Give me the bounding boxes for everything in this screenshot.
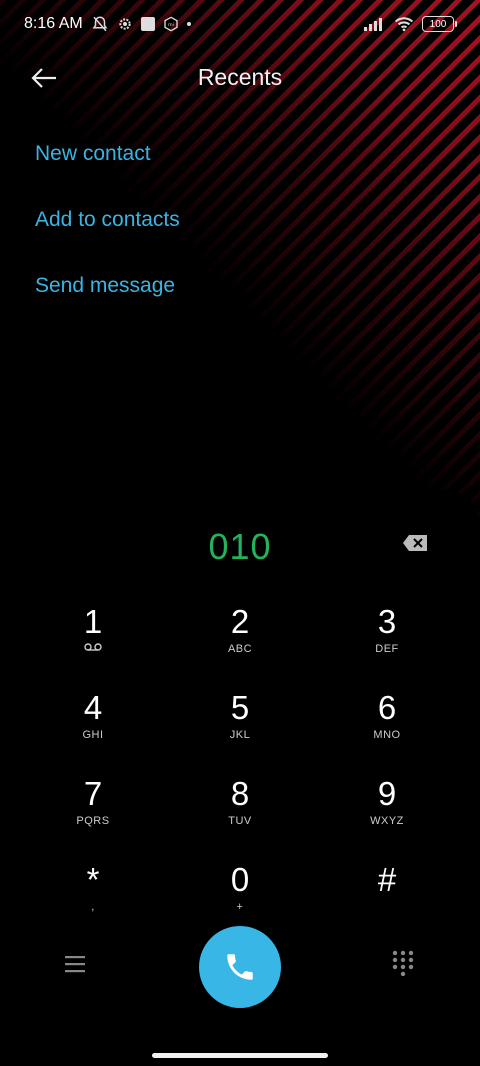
key-digit: 1 xyxy=(83,603,103,640)
key-1[interactable]: 1 xyxy=(20,602,166,688)
backspace-button[interactable] xyxy=(402,534,430,554)
dialpad-panel: 010 1 2 ABC 3 DEF 4 GHI 5 JKL 6 MNO 7 PQ… xyxy=(0,490,480,1066)
dialpad-icon xyxy=(392,950,414,977)
key-digit: 9 xyxy=(377,775,397,812)
key-digit: 3 xyxy=(377,603,397,640)
key-letters: , xyxy=(91,901,95,913)
svg-text:mi: mi xyxy=(168,22,174,28)
key-letters: MNO xyxy=(373,729,401,741)
key-8[interactable]: 8 TUV xyxy=(167,774,313,860)
key-letters: GHI xyxy=(82,729,104,741)
key-letters: JKL xyxy=(229,729,251,741)
key-3[interactable]: 3 DEF xyxy=(314,602,460,688)
dot-icon xyxy=(186,22,191,26)
key-2[interactable]: 2 ABC xyxy=(167,602,313,688)
status-time: 8:16 AM xyxy=(24,15,83,32)
voicemail-icon xyxy=(84,642,102,656)
key-digit: 2 xyxy=(230,603,250,640)
phone-icon xyxy=(227,954,253,980)
key-letters: + xyxy=(236,901,244,913)
square-icon xyxy=(140,17,155,31)
new-contact-option[interactable]: New contact xyxy=(35,136,180,202)
battery-level: 100 xyxy=(429,18,447,30)
home-indicator[interactable] xyxy=(152,1053,328,1058)
key-9[interactable]: 9 WXYZ xyxy=(314,774,460,860)
keypad: 1 2 ABC 3 DEF 4 GHI 5 JKL 6 MNO 7 PQRS 8… xyxy=(0,602,480,946)
key-letters: WXYZ xyxy=(370,815,404,827)
key-letters: ABC xyxy=(227,643,253,655)
keypad-row: 4 GHI 5 JKL 6 MNO xyxy=(0,688,480,774)
key-digit: * xyxy=(86,861,100,898)
keypad-row: 1 2 ABC 3 DEF xyxy=(0,602,480,688)
key-letters: DEF xyxy=(375,643,399,655)
bottom-bar xyxy=(0,926,480,1010)
mi-icon: mi xyxy=(163,16,179,32)
signal-icon xyxy=(364,17,386,31)
wifi-icon xyxy=(394,16,414,32)
menu-button[interactable] xyxy=(64,954,88,976)
key-digit: 8 xyxy=(230,775,250,812)
dialpad-toggle-button[interactable] xyxy=(392,950,416,978)
key-digit: 6 xyxy=(377,689,397,726)
key-digit: 5 xyxy=(230,689,250,726)
mute-alarm-icon xyxy=(91,15,109,33)
key-letters: TUV xyxy=(228,815,252,827)
menu-icon xyxy=(65,956,85,973)
key-5[interactable]: 5 JKL xyxy=(167,688,313,774)
key-digit: 7 xyxy=(83,775,103,812)
options-list: New contact Add to contacts Send message xyxy=(35,136,180,334)
key-6[interactable]: 6 MNO xyxy=(314,688,460,774)
key-digit: # xyxy=(377,861,397,898)
settings-icon xyxy=(117,16,133,32)
key-letters: PQRS xyxy=(76,815,110,827)
battery-icon: 100 xyxy=(422,16,457,32)
key-7[interactable]: 7 PQRS xyxy=(20,774,166,860)
key-digit: 4 xyxy=(83,689,103,726)
key-digit: 0 xyxy=(230,861,250,898)
call-button[interactable] xyxy=(199,926,281,1008)
keypad-row: 7 PQRS 8 TUV 9 WXYZ xyxy=(0,774,480,860)
add-to-contacts-option[interactable]: Add to contacts xyxy=(35,202,180,268)
page-title: Recents xyxy=(197,64,283,90)
header: Recents xyxy=(0,56,480,100)
key-4[interactable]: 4 GHI xyxy=(20,688,166,774)
status-bar: 8:16 AM mi 100 xyxy=(0,0,480,48)
send-message-option[interactable]: Send message xyxy=(35,268,180,334)
backspace-icon xyxy=(403,535,427,551)
